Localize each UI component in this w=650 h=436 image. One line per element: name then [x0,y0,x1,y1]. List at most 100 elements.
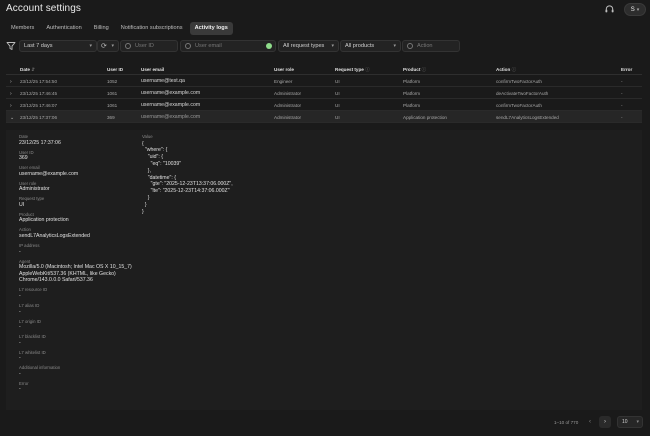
cell-user-role: Engineer [274,79,293,84]
chevron-right-icon[interactable]: › [10,91,12,97]
header-user-role: User role [274,67,294,72]
info-icon: ⓘ [511,67,517,72]
cell-user-email: username@example.com [141,102,201,108]
next-page-button[interactable]: › [599,416,611,428]
chevron-right-icon[interactable]: › [10,79,12,85]
row-details-panel: Date 23/12/25 17:37:06 User ID 369 User em… [6,130,642,410]
pagination-summary: 1–10 of 770 [554,420,579,425]
cell-date: 23/12/25 17:46:45 [20,91,58,96]
cell-error: - [621,115,623,120]
chevron-down-icon: ▾ [393,43,396,49]
date-range-select[interactable]: Last 7 days ▾ [19,40,97,52]
detail-user-id: User ID 369 [19,149,34,162]
detail-l7-resource-id: L7 resource ID - [19,287,48,299]
chevron-down-icon: ▾ [331,43,334,49]
tab-members[interactable]: Members [6,22,39,35]
page-size-value: 10 [622,419,628,425]
cell-user-id: 1061 [107,91,118,96]
json-line: "where": { [142,147,168,154]
header-request-type[interactable]: Request type ⓘ [335,67,370,73]
cell-user-role: Administrator [274,103,302,108]
request-type-select[interactable]: All request types ▾ [278,40,339,52]
detail-l7-alias-id: L7 alias ID - [19,302,40,315]
headset-icon[interactable] [604,4,615,15]
detail-agent: Agent Mozilla/5.0 (Macintosh; Intel Mac O… [19,258,132,284]
detail-additional-information: Additional information - [19,365,61,377]
user-email-input[interactable]: User email [180,40,276,52]
date-range-value: Last 7 days [24,43,53,49]
header-error: Error [621,67,633,72]
cell-action: confirmTwoFactorAuth [496,79,542,84]
cell-user-role: Administrator [274,91,302,96]
cell-request-type: UI [335,91,340,96]
sort-icon: ⇵ [31,67,36,72]
json-line: }, [142,167,151,174]
json-line: "gte": "2025-12-23T13:37:06.000Z", [142,181,233,188]
cell-error: - [621,91,623,96]
tab-notification-subscriptions[interactable]: Notification subscriptions [116,22,188,35]
tab-activity-logs[interactable]: Activity logs [189,22,233,35]
json-line: } [142,194,150,201]
chevron-down-icon[interactable]: ⌄ [10,115,14,121]
user-id-placeholder: User ID [135,43,154,49]
json-line: { [142,140,144,147]
cell-user-email: username@example.com [141,114,201,120]
request-type-value: All request types [283,43,325,49]
header-date[interactable]: Date ⇵ [20,67,35,73]
detail-user-email: User email username@example.com [19,165,79,177]
refresh-icon: ⟳ [101,43,107,50]
cell-action: deActivateTwoFactorAuth [496,91,549,96]
json-line: "datetime": { [142,174,176,181]
user-id-input[interactable]: User ID [120,40,178,52]
chevron-down-icon: ▾ [89,43,92,49]
detail-request-type: Request type UI [19,196,45,208]
table-row[interactable]: › 23/12/25 17:46:07 1061 username@exampl… [6,99,642,111]
user-menu-button[interactable]: S ▾ [624,3,646,16]
table-row-expanded[interactable]: ⌄ 23/12/25 17:37:06 369 username@example… [6,111,642,123]
detail-ip-address: IP address - [19,243,40,255]
avatar: S [630,6,635,13]
table-header: Date ⇵ User ID User email User role Requ… [6,64,642,75]
header-action[interactable]: Action ⓘ [496,67,516,73]
cell-date: 23/12/25 17:46:07 [20,103,58,108]
action-input[interactable]: Action [402,40,460,52]
top-bar: Account settings S ▾ [0,0,650,20]
detail-l7-blacklist-id: L7 blacklist ID - [19,334,46,346]
info-icon: ⓘ [365,67,370,72]
header-user-id: User ID [107,67,124,72]
cell-error: - [621,103,623,108]
cell-product: Platform [403,79,421,84]
cell-error: - [621,79,623,84]
search-icon [185,43,191,49]
tab-authentication[interactable]: Authentication [41,22,86,35]
filter-icon[interactable] [6,41,16,51]
info-icon: ⓘ [421,67,427,72]
cell-product: Application protection [403,115,447,120]
user-email-placeholder: User email [195,43,222,49]
table-row[interactable]: › 23/12/25 17:46:45 1061 username@exampl… [6,87,642,99]
details-list: Date 23/12/25 17:37:06 User ID 369 User em… [19,134,139,396]
product-select[interactable]: All products ▾ [340,40,401,52]
tab-billing[interactable]: Billing [89,22,114,35]
cell-request-type: UI [335,103,340,108]
detail-user-role: User role Administrator [19,180,50,193]
chevron-down-icon: ▾ [111,43,114,49]
cell-product: Platform [403,103,421,108]
cell-user-id: 1061 [107,103,118,108]
previous-page-button[interactable]: ‹ [584,416,596,428]
cell-product: Platform [403,91,421,96]
json-line: } [142,201,147,208]
settings-tabs: Members Authentication Billing Notificat… [6,22,233,35]
status-dot-icon [266,43,272,49]
header-product[interactable]: Product ⓘ [403,67,426,73]
cell-action: confirmTwoFactorAuth [496,103,542,108]
chevron-right-icon[interactable]: › [10,103,12,109]
pagination: 1–10 of 770 ‹ › 10 ▾ [0,416,650,432]
detail-action: Action sendL7AnalyticsLogsExtended [19,227,90,240]
detail-error: Error - [19,380,29,393]
search-icon [125,43,131,49]
page-title: Account settings [6,3,81,14]
refresh-button[interactable]: ⟳ ▾ [97,40,119,52]
page-size-select[interactable]: 10 ▾ [617,416,643,428]
table-row[interactable]: › 23/12/25 17:54:50 1052 username@test.q… [6,75,642,87]
